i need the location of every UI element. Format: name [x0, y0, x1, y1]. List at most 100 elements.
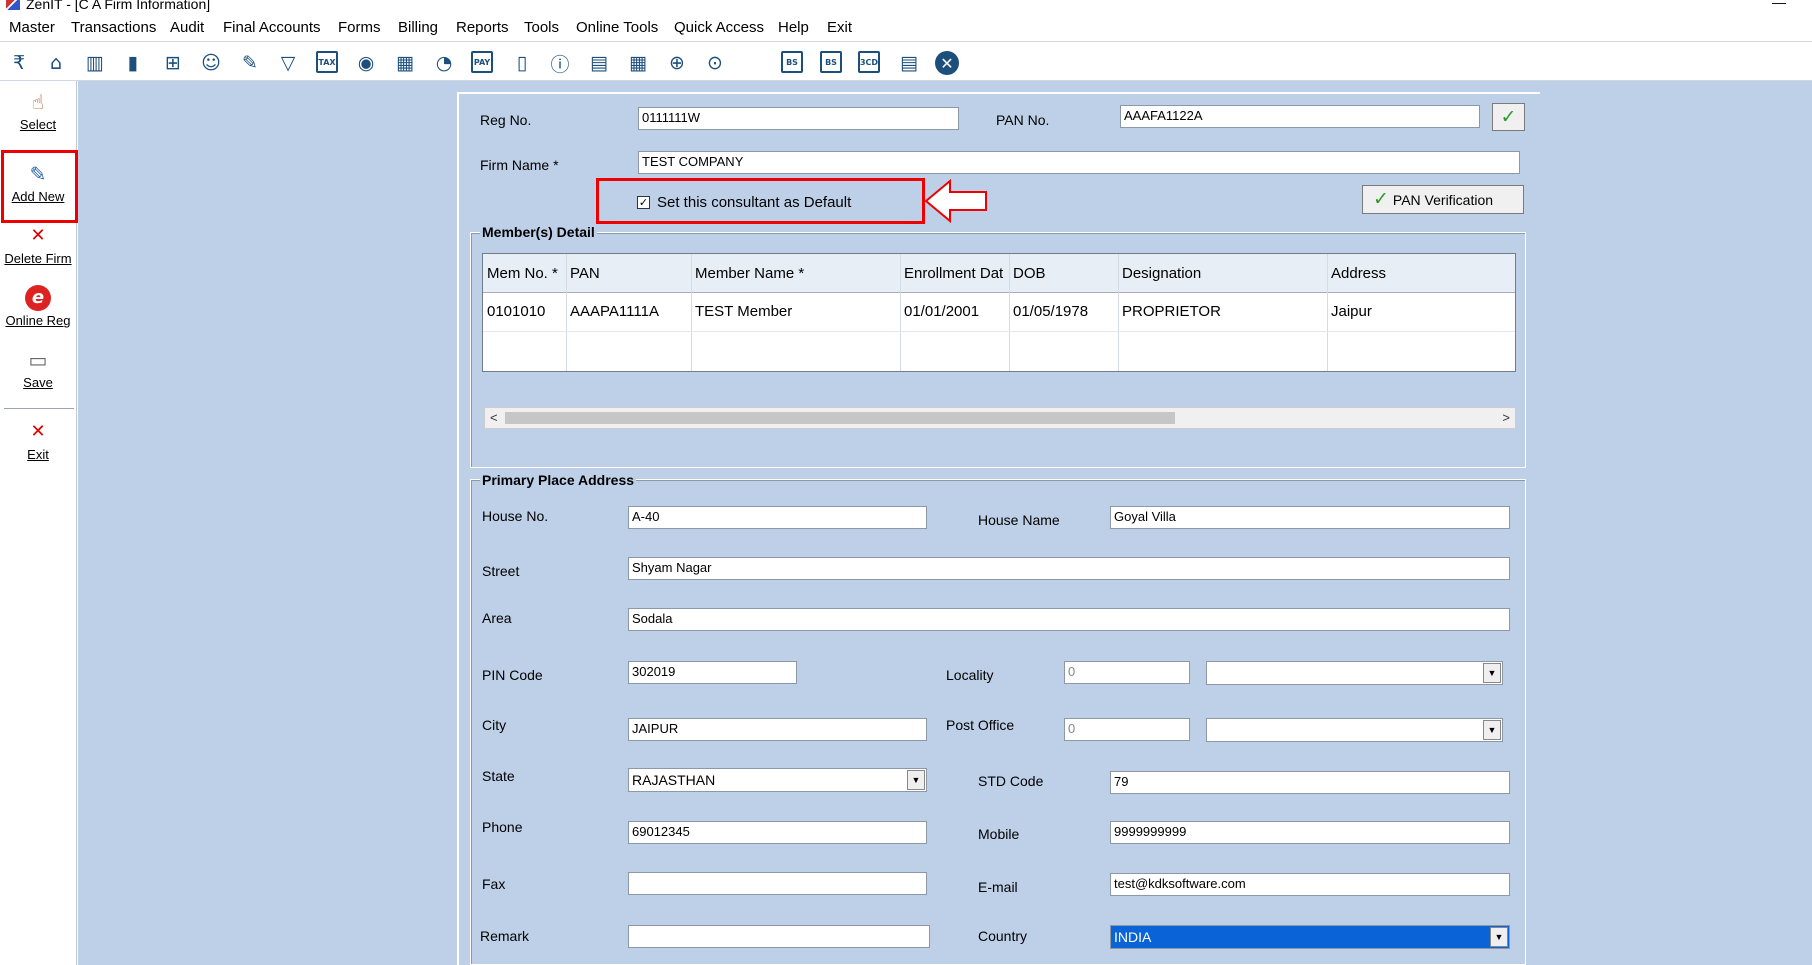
add-new-highlight — [1, 150, 78, 223]
post-office-code-field[interactable]: 0 — [1064, 718, 1190, 741]
pin-code-field[interactable]: 302019 — [628, 661, 797, 684]
menu-help[interactable]: Help — [778, 20, 809, 36]
menu-audit[interactable]: Audit — [170, 20, 204, 36]
cell-pan[interactable]: AAAPA1111A — [570, 304, 659, 320]
save-button[interactable]: ▭ Save — [2, 347, 74, 390]
minimize-button[interactable]: — — [1772, 0, 1786, 10]
pan-no-field[interactable]: AAAFA1122A — [1120, 105, 1480, 128]
pointer-arrow-icon — [924, 178, 987, 224]
chevron-down-icon[interactable]: ▼ — [1483, 720, 1501, 740]
std-code-field[interactable]: 79 — [1110, 771, 1510, 794]
cell-mem-no[interactable]: 0101010 — [487, 304, 545, 320]
locality-dropdown[interactable]: ▼ — [1206, 661, 1503, 685]
chevron-down-icon[interactable]: ▼ — [1483, 663, 1501, 683]
menu-forms[interactable]: Forms — [338, 20, 381, 36]
col-address[interactable]: Address — [1331, 266, 1386, 282]
folder-view-icon[interactable]: ⊙ — [703, 51, 727, 75]
remark-field[interactable] — [628, 925, 930, 948]
street-field[interactable]: Shyam Nagar — [628, 557, 1510, 580]
folder-add-icon[interactable]: ⊕ — [665, 51, 689, 75]
scroll-right-icon[interactable]: > — [1502, 410, 1510, 425]
gift-icon[interactable]: ⊞ — [161, 51, 185, 75]
street-label: Street — [482, 563, 520, 579]
house-name-field[interactable]: Goyal Villa — [1110, 506, 1510, 529]
bar-chart-icon[interactable]: ▮ — [121, 51, 145, 75]
online-reg-button[interactable]: e Online Reg — [2, 285, 74, 328]
post-office-dropdown[interactable]: ▼ — [1206, 718, 1503, 742]
chevron-down-icon[interactable]: ▼ — [1490, 927, 1508, 947]
pan-verification-button[interactable]: ✓ PAN Verification — [1362, 185, 1524, 214]
menu-final-accounts[interactable]: Final Accounts — [223, 20, 321, 36]
pin-icon[interactable]: ✎ — [238, 51, 262, 75]
buildings-icon[interactable]: ▥ — [83, 51, 107, 75]
col-dob[interactable]: DOB — [1013, 266, 1046, 282]
exit-button[interactable]: ✕ Exit — [2, 419, 74, 462]
email-field[interactable]: test@kdksoftware.com — [1110, 873, 1510, 896]
menu-master[interactable]: Master — [9, 20, 55, 36]
pan-verification-label: PAN Verification — [1392, 192, 1494, 208]
reg-no-label: Reg No. — [480, 112, 532, 128]
tablet-icon[interactable]: ▯ — [510, 51, 534, 75]
firm-name-field[interactable]: TEST COMPANY — [638, 151, 1520, 174]
toolbar: ₹ ⌂ ▥ ▮ ⊞ ☺ ✎ ▽ TAX ◉ ▦ ◔ PAY ▯ ⓘ ▤ ▦ ⊕ … — [0, 43, 1812, 81]
info-icon[interactable]: ⓘ — [548, 51, 572, 76]
country-dropdown[interactable]: INDIA ▼ — [1110, 925, 1510, 949]
default-consultant-checkbox[interactable]: ✓ — [637, 196, 650, 209]
chevron-down-icon[interactable]: ▼ — [907, 770, 925, 790]
delete-firm-button[interactable]: ✕ Delete Firm — [2, 223, 74, 266]
city-field[interactable]: JAIPUR — [628, 718, 927, 741]
pie-chart-icon[interactable]: ◔ — [432, 51, 456, 75]
bs-sch-icon[interactable]: BS — [820, 51, 842, 73]
mobile-field[interactable]: 9999999999 — [1110, 821, 1510, 844]
members-grid[interactable]: Mem No. * PAN Member Name * Enrollment D… — [482, 253, 1516, 372]
scroll-left-icon[interactable]: < — [490, 410, 498, 425]
scroll-thumb[interactable] — [505, 412, 1175, 424]
audio-icon[interactable]: ◉ — [354, 51, 378, 75]
fax-field[interactable] — [628, 872, 927, 895]
post-office-label: Post Office — [946, 717, 1015, 733]
bs-icon[interactable]: BS — [781, 51, 803, 73]
cell-address[interactable]: Jaipur — [1331, 304, 1372, 320]
col-designation[interactable]: Designation — [1122, 266, 1201, 282]
col-member-name[interactable]: Member Name * — [695, 266, 804, 282]
rupee-book-icon[interactable]: ₹ — [7, 51, 31, 75]
col-pan[interactable]: PAN — [570, 266, 600, 282]
3cd-icon[interactable]: 3CD — [858, 51, 880, 73]
reg-no-field[interactable]: 0111111W — [638, 107, 959, 130]
locality-code-field[interactable]: 0 — [1064, 661, 1190, 684]
select-button[interactable]: ☝ Select — [2, 89, 74, 132]
menu-transactions[interactable]: Transactions — [71, 20, 156, 36]
cell-dob[interactable]: 01/05/1978 — [1013, 304, 1088, 320]
menu-tools[interactable]: Tools — [524, 20, 559, 36]
house-no-field[interactable]: A-40 — [628, 506, 927, 529]
members-scrollbar[interactable]: < > — [484, 407, 1516, 429]
cell-member-name[interactable]: TEST Member — [695, 304, 792, 320]
close-circle-icon[interactable]: ✕ — [935, 51, 959, 75]
tax-icon[interactable]: TAX — [316, 51, 338, 73]
menu-quick-access[interactable]: Quick Access — [674, 20, 764, 36]
col-mem-no[interactable]: Mem No. * — [487, 266, 558, 282]
pay-icon[interactable]: PAY — [471, 51, 493, 73]
document-icon[interactable]: ▤ — [587, 51, 611, 75]
area-field[interactable]: Sodala — [628, 608, 1510, 631]
pan-ok-button[interactable]: ✓ — [1492, 103, 1525, 131]
mobile-label: Mobile — [978, 826, 1020, 842]
cell-designation[interactable]: PROPRIETOR — [1122, 304, 1221, 320]
form-icon[interactable]: ▤ — [897, 51, 921, 75]
menu-exit[interactable]: Exit — [827, 20, 852, 36]
menu-billing[interactable]: Billing — [398, 20, 438, 36]
calculator-icon[interactable]: ▦ — [393, 51, 417, 75]
cell-enrollment-date[interactable]: 01/01/2001 — [904, 304, 979, 320]
filter-icon[interactable]: ▽ — [276, 51, 300, 75]
users-icon[interactable]: ☺ — [199, 51, 223, 75]
fax-label: Fax — [482, 876, 506, 892]
calendar-icon[interactable]: ▦ — [626, 51, 650, 75]
state-dropdown[interactable]: RAJASTHAN ▼ — [628, 768, 927, 792]
col-enrollment-date[interactable]: Enrollment Dat — [904, 266, 1007, 282]
state-value: RAJASTHAN — [632, 772, 716, 788]
phone-field[interactable]: 69012345 — [628, 821, 927, 844]
home-icon[interactable]: ⌂ — [44, 51, 68, 75]
grid-col-divider — [691, 254, 692, 371]
menu-reports[interactable]: Reports — [456, 20, 509, 36]
menu-online-tools[interactable]: Online Tools — [576, 20, 658, 36]
